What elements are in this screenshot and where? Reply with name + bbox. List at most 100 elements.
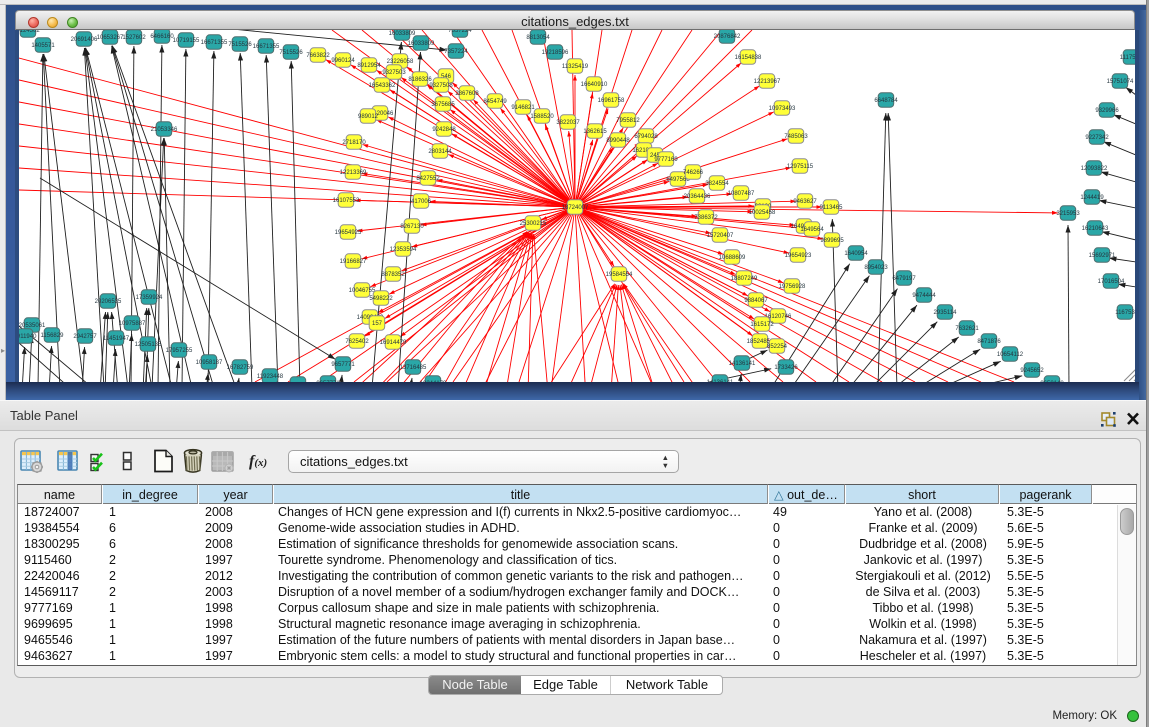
svg-text:7663822: 7663822 — [306, 53, 330, 59]
svg-text:23226058: 23226058 — [387, 59, 414, 65]
svg-text:17359924: 17359924 — [136, 295, 163, 301]
svg-text:14136141: 14136141 — [729, 361, 756, 367]
svg-text:9124502: 9124502 — [19, 30, 40, 34]
svg-text:16782759: 16782759 — [227, 365, 254, 371]
svg-text:7386372: 7386372 — [694, 215, 718, 221]
svg-text:16543362: 16543362 — [369, 83, 396, 89]
svg-text:12353594: 12353594 — [390, 247, 417, 253]
svg-text:7515526: 7515526 — [279, 50, 303, 56]
svg-text:7485063: 7485063 — [784, 134, 808, 140]
svg-text:8427552: 8427552 — [416, 176, 440, 182]
svg-text:1588520: 1588520 — [530, 114, 554, 120]
svg-text:1733426: 1733426 — [774, 365, 798, 371]
svg-text:10975887: 10975887 — [119, 321, 146, 327]
svg-text:8990448: 8990448 — [606, 138, 630, 144]
svg-text:6479197: 6479197 — [892, 276, 916, 282]
svg-text:746266: 746266 — [683, 170, 704, 176]
svg-text:1527602: 1527602 — [122, 35, 146, 41]
svg-text:12213967: 12213967 — [754, 79, 781, 85]
svg-text:25300215: 25300215 — [520, 221, 547, 227]
svg-text:8454749: 8454749 — [483, 99, 507, 105]
svg-text:10654112: 10654112 — [997, 352, 1024, 358]
svg-text:11325419: 11325419 — [562, 64, 589, 70]
svg-text:11923448: 11923448 — [257, 374, 284, 380]
svg-text:16961758: 16961758 — [598, 98, 625, 104]
svg-text:10688609: 10688609 — [719, 255, 746, 261]
svg-text:19756928: 19756928 — [779, 284, 806, 290]
svg-text:2803144: 2803144 — [428, 149, 452, 155]
svg-text:10958187: 10958187 — [196, 360, 223, 366]
svg-text:20535061: 20535061 — [19, 323, 46, 329]
svg-text:10025458: 10025458 — [749, 210, 776, 216]
svg-text:2935114: 2935114 — [934, 310, 958, 316]
svg-text:852254: 852254 — [767, 344, 788, 350]
svg-text:989012: 989012 — [358, 114, 379, 120]
svg-text:8813054: 8813054 — [526, 35, 550, 41]
svg-text:6466160: 6466160 — [150, 34, 174, 40]
svg-text:1640954: 1640954 — [844, 251, 868, 257]
svg-text:7955812: 7955812 — [616, 118, 640, 124]
svg-text:7357224: 7357224 — [444, 49, 468, 55]
svg-text:12213369: 12213369 — [340, 170, 367, 176]
svg-text:17016504: 17016504 — [1098, 279, 1125, 285]
svg-text:9884067: 9884067 — [744, 298, 768, 304]
svg-text:2718170: 2718170 — [342, 140, 366, 146]
svg-text:9657771: 9657771 — [331, 362, 355, 368]
svg-text:1244419: 1244419 — [1080, 195, 1104, 201]
svg-text:3824554: 3824554 — [705, 181, 729, 187]
svg-text:15751074: 15751074 — [1107, 79, 1134, 85]
svg-text:10719155: 10719155 — [173, 38, 200, 44]
svg-text:7625402: 7625402 — [345, 339, 369, 345]
svg-text:19218596: 19218596 — [542, 50, 569, 56]
svg-text:16671355: 16671355 — [253, 44, 280, 50]
svg-text:8954023: 8954023 — [864, 265, 888, 271]
svg-text:8471876: 8471876 — [977, 339, 1001, 345]
svg-text:1405571: 1405571 — [31, 43, 55, 49]
svg-text:16033809: 16033809 — [389, 31, 416, 37]
svg-text:3822037: 3822037 — [556, 120, 580, 126]
svg-text:16033809: 16033809 — [408, 41, 435, 47]
svg-text:2867608: 2867608 — [455, 91, 479, 97]
svg-text:20364436: 20364436 — [684, 194, 711, 200]
svg-text:9227342: 9227342 — [1085, 135, 1109, 141]
svg-text:1156829: 1156829 — [41, 333, 65, 339]
svg-text:9146821: 9146821 — [511, 105, 535, 111]
svg-text:10973493: 10973493 — [769, 106, 796, 112]
svg-text:20876842: 20876842 — [714, 34, 741, 40]
svg-text:19584554: 19584554 — [606, 272, 633, 278]
svg-text:11451947: 11451947 — [103, 336, 130, 342]
svg-text:19166827: 19166827 — [340, 259, 367, 265]
svg-text:1649564: 1649564 — [800, 227, 824, 233]
svg-text:1117580: 1117580 — [1120, 55, 1135, 61]
svg-text:7632621: 7632621 — [955, 326, 979, 332]
svg-text:12975115: 12975115 — [787, 164, 814, 170]
svg-text:7515526: 7515526 — [228, 42, 252, 48]
svg-text:10046755: 10046755 — [349, 288, 376, 294]
svg-text:9960124: 9960124 — [331, 58, 355, 64]
svg-text:9899695: 9899695 — [820, 238, 844, 244]
svg-text:7357224: 7357224 — [448, 30, 472, 34]
svg-text:10807487: 10807487 — [728, 191, 755, 197]
svg-text:17957255: 17957255 — [166, 348, 193, 354]
svg-text:9245652: 9245652 — [1020, 368, 1044, 374]
svg-text:18724007: 18724007 — [562, 205, 589, 211]
svg-text:16154838: 16154838 — [735, 55, 762, 61]
svg-text:10653267: 10653267 — [97, 35, 124, 41]
svg-text:157: 157 — [372, 321, 383, 327]
svg-text:15692971: 15692971 — [1089, 253, 1116, 259]
svg-text:12505135: 12505135 — [135, 342, 162, 348]
svg-text:3215953: 3215953 — [1056, 211, 1080, 217]
svg-text:1362615: 1362615 — [583, 129, 607, 135]
svg-text:3911940: 3911940 — [19, 334, 37, 340]
svg-text:19654923: 19654923 — [785, 253, 812, 259]
svg-text:9113465: 9113465 — [820, 205, 844, 211]
svg-text:9327508: 9327508 — [429, 83, 453, 89]
svg-text:9777169: 9777169 — [654, 157, 678, 163]
svg-text:12093822: 12093822 — [1081, 166, 1108, 172]
svg-text:16107553: 16107553 — [333, 198, 360, 204]
svg-text:9463627: 9463627 — [793, 199, 817, 205]
svg-text:9474444: 9474444 — [912, 293, 936, 299]
svg-text:9327503: 9327503 — [382, 70, 406, 76]
svg-text:20691406: 20691406 — [71, 37, 98, 43]
svg-text:417006: 417006 — [411, 199, 432, 205]
